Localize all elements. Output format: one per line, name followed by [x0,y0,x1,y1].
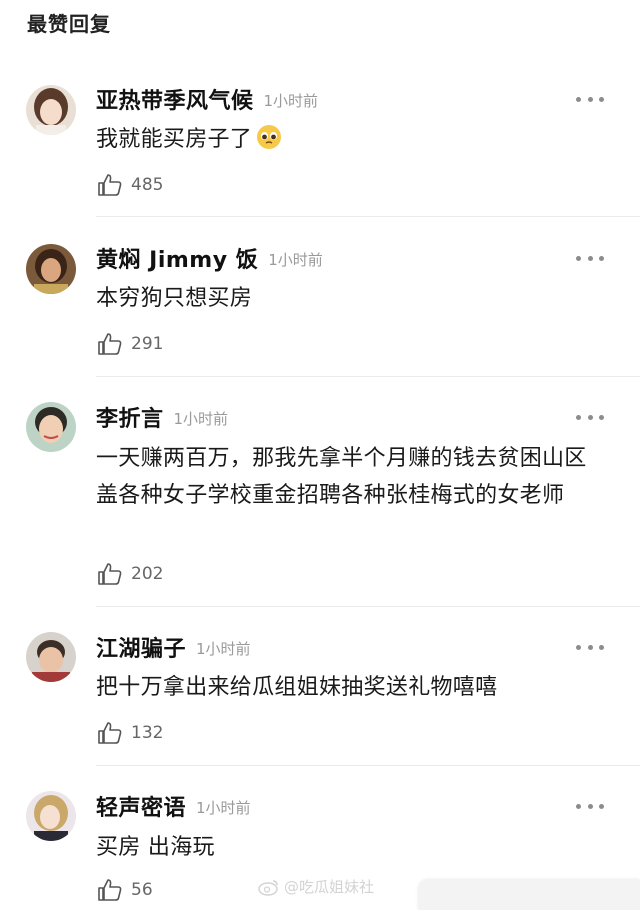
more-options-icon[interactable] [576,407,604,427]
avatar[interactable] [26,791,76,841]
more-options-icon[interactable] [576,796,604,816]
comment-text: 我就能买房子了 [96,121,606,162]
like-count: 132 [131,723,164,743]
user-name[interactable]: 亚热带季风气候 [96,83,254,115]
avatar[interactable] [26,632,76,682]
comment-text: 把十万拿出来给瓜组姐妹抽奖送礼物嘻嘻 [96,675,498,700]
more-options-icon[interactable] [576,248,604,268]
timestamp: 1小时前 [268,251,323,269]
like-button[interactable]: 56 [97,877,153,903]
comment-text: 买房 出海玩 [96,835,215,860]
avatar[interactable] [26,85,76,135]
more-options-icon[interactable] [576,637,604,657]
avatar[interactable] [26,244,76,294]
like-count: 202 [131,564,164,584]
more-options-icon[interactable] [576,89,604,109]
comment-header: 李折言 1小时前 [96,402,228,432]
divider [96,376,640,377]
thumbs-up-icon [98,174,122,196]
comment-header: 江湖骗子 1小时前 [96,632,251,662]
comment-text-content: 我就能买房子了 [96,127,253,152]
comment-text: 一天赚两百万，那我先拿半个月赚的钱去贫困山区盖各种女子学校重金招聘各种张桂梅式的… [96,446,587,508]
like-count: 485 [131,175,164,195]
like-button[interactable]: 202 [97,561,163,587]
timestamp: 1小时前 [196,799,251,817]
watermark-text: @吃瓜姐妹社 [284,878,375,896]
comment-header: 轻声密语 1小时前 [96,791,251,821]
like-button[interactable]: 485 [97,172,163,198]
avatar[interactable] [26,402,76,452]
divider [96,765,640,766]
section-title: 最赞回复 [27,12,111,36]
like-button[interactable]: 291 [97,331,163,357]
comment-header: 亚热带季风气候 1小时前 [96,84,318,114]
comment-text: 本穷狗只想买房 [96,286,253,311]
like-count: 56 [131,880,153,900]
like-count: 291 [131,334,164,354]
timestamp: 1小时前 [173,410,229,428]
user-name[interactable]: 李折言 [96,401,164,433]
user-name[interactable]: 黄焖 Jimmy 饭 [96,242,258,274]
thumbs-up-icon [98,879,122,901]
weibo-logo-icon [258,879,278,896]
watermark: @吃瓜姐妹社 [258,876,374,897]
thumbs-up-icon [98,333,122,355]
user-name[interactable]: 轻声密语 [96,790,186,822]
pleading-face-icon [256,124,282,162]
thumbs-up-icon [98,563,122,585]
bottom-input-panel[interactable] [418,880,640,910]
timestamp: 1小时前 [263,92,319,110]
like-button[interactable]: 132 [97,720,163,746]
divider [96,606,640,607]
comment-header: 黄焖 Jimmy 饭 1小时前 [96,243,323,273]
timestamp: 1小时前 [196,640,251,658]
thumbs-up-icon [98,722,122,744]
user-name[interactable]: 江湖骗子 [96,631,186,663]
divider [96,216,640,217]
